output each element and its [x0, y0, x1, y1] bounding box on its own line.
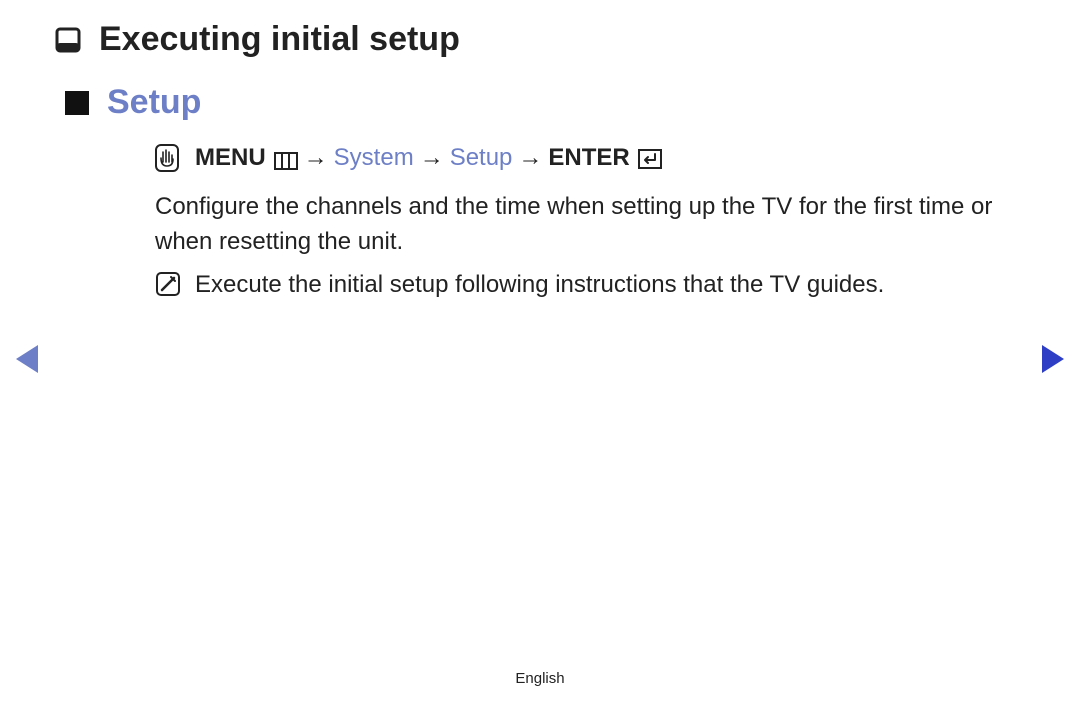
path-system: System: [334, 144, 414, 172]
menu-label: MENU: [195, 144, 266, 172]
note-icon: [155, 271, 181, 297]
breadcrumb-path: MENU → System → Setup → ENTER: [155, 144, 1025, 172]
chevron-right-icon: [1042, 345, 1064, 373]
section-title: Setup: [107, 83, 201, 122]
prev-page-button[interactable]: [16, 345, 38, 373]
enter-label: ENTER: [548, 144, 629, 172]
note-text: Execute the initial setup following inst…: [195, 268, 884, 303]
arrow-1: →: [304, 144, 328, 172]
chapter-title: Executing initial setup: [99, 20, 460, 59]
path-setup: Setup: [450, 144, 513, 172]
section-heading: Setup: [65, 83, 1025, 122]
body-paragraph: Configure the channels and the time when…: [155, 190, 1025, 260]
chapter-icon: [55, 27, 81, 53]
hand-icon: [155, 144, 179, 172]
arrow-3: →: [518, 144, 542, 172]
section-bullet-icon: [65, 91, 89, 115]
chapter-heading: Executing initial setup: [55, 20, 1025, 59]
footer-language: English: [0, 670, 1080, 687]
arrow-2: →: [420, 144, 444, 172]
enter-icon: [638, 148, 662, 168]
note-row: Execute the initial setup following inst…: [155, 268, 1025, 303]
next-page-button[interactable]: [1042, 345, 1064, 373]
chevron-left-icon: [16, 345, 38, 373]
menu-icon: [274, 149, 298, 167]
